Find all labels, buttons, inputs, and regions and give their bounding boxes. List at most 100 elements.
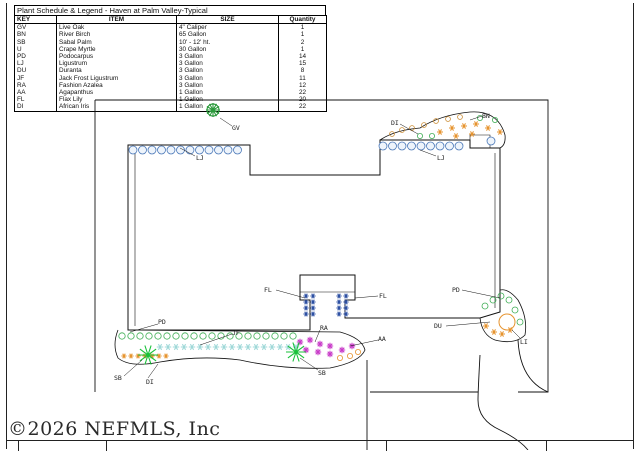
ligustrum-symbol <box>486 136 496 146</box>
jack-frost-symbol <box>220 343 228 351</box>
african-iris-symbol <box>135 353 141 359</box>
leader-aa <box>349 339 379 347</box>
flax-lily-symbol <box>343 293 349 299</box>
jack-frost-symbol <box>204 343 212 351</box>
label-fl-left: FL <box>264 286 272 294</box>
african-iris-symbol <box>457 114 463 120</box>
podocarpus-symbol <box>497 292 505 300</box>
jack-frost-symbol <box>164 343 172 351</box>
birch-bed-symbol <box>437 129 443 135</box>
jack-frost-symbol <box>244 343 252 351</box>
african-iris-symbol <box>121 353 127 359</box>
jack-frost-symbol <box>212 343 220 351</box>
ligustrum-symbol <box>454 141 464 151</box>
duranta-symbol <box>491 329 497 335</box>
ligustrum-symbol <box>138 145 147 155</box>
flax-lily-symbol <box>310 293 316 299</box>
podocarpus-symbol <box>262 332 270 340</box>
azalea-symbol <box>296 338 304 346</box>
ligustrum-symbol <box>166 145 176 155</box>
ligustrum-symbol <box>445 141 454 151</box>
leader-lj-right <box>419 149 437 157</box>
sabal-palm-symbol <box>138 345 158 365</box>
podocarpus-symbol <box>172 332 180 340</box>
podocarpus-symbol <box>163 332 171 340</box>
podocarpus-symbol <box>217 332 225 340</box>
ligustrum-symbol <box>426 141 435 151</box>
ligustrum-symbol <box>416 141 426 151</box>
jack-frost-symbol <box>196 343 204 351</box>
flax-lily-symbol <box>336 299 342 305</box>
label-ra: RA <box>320 324 328 332</box>
leader-gv <box>219 117 233 127</box>
jack-frost-symbol <box>180 343 188 351</box>
label-gv: GV <box>232 124 240 132</box>
ligustrum-symbol <box>157 145 166 155</box>
label-pd-right: PD <box>452 286 460 294</box>
jack-frost-symbol <box>156 343 164 351</box>
leader-pd-right <box>461 289 501 299</box>
azalea-symbol <box>314 348 322 356</box>
flax-lily-symbol <box>310 299 316 305</box>
azalea-symbol <box>316 340 324 348</box>
flax-lily-symbol <box>310 305 316 311</box>
podocarpus-symbol <box>505 296 513 304</box>
driveway-curve <box>477 354 529 450</box>
leader-pd-left <box>129 323 159 333</box>
leader-bn <box>469 115 483 121</box>
african-iris-symbol <box>433 118 439 124</box>
african-iris-symbol <box>156 353 162 359</box>
podocarpus-symbol <box>190 332 198 340</box>
birch-bed-symbol <box>473 121 479 127</box>
flax-lily-symbol <box>336 293 342 299</box>
podocarpus-symbol <box>127 332 135 340</box>
jack-frost-symbol <box>188 343 196 351</box>
jack-frost-symbol <box>228 343 236 351</box>
house-inner-line <box>134 134 496 326</box>
podocarpus-symbol <box>481 302 489 310</box>
ligustrum-symbol <box>435 141 445 151</box>
flax-lily-symbol <box>336 305 342 311</box>
ligustrum-symbol <box>378 141 388 151</box>
birch-bed-symbol <box>449 125 455 131</box>
ligustrum-symbol <box>388 141 397 151</box>
ligustrum-symbol <box>214 145 223 155</box>
podocarpus-symbol <box>416 132 423 139</box>
azalea-symbol <box>326 342 334 350</box>
leader-li <box>511 329 521 339</box>
label-di-bottom: DI <box>146 378 154 386</box>
jack-frost-symbol <box>260 343 268 351</box>
podocarpus-symbol <box>199 332 207 340</box>
azalea-symbol <box>326 350 334 358</box>
podocarpus-symbol <box>154 332 162 340</box>
birch-bed-symbol <box>497 129 503 135</box>
ligustrum-symbol <box>233 145 242 155</box>
ligustrum-symbol <box>397 141 407 151</box>
ligustrum-symbol <box>407 141 416 151</box>
label-aa: AA <box>378 335 386 343</box>
podocarpus-symbol <box>253 332 261 340</box>
podocarpus-symbol <box>511 306 519 314</box>
crape-myrtle-symbol <box>498 313 516 331</box>
agapanthus-symbol <box>346 352 353 359</box>
podocarpus-symbol <box>181 332 189 340</box>
podocarpus-symbol <box>244 332 252 340</box>
ligustrum-symbol <box>223 145 233 155</box>
label-fl-right: FL <box>379 292 387 300</box>
ligustrum-symbol <box>195 145 204 155</box>
duranta-symbol <box>483 323 489 329</box>
flax-lily-symbol <box>303 311 309 317</box>
leader-fl-left <box>275 289 306 299</box>
label-bn: BN <box>482 112 490 120</box>
african-iris-symbol <box>128 353 134 359</box>
flax-lily-symbol <box>343 305 349 311</box>
podocarpus-symbol <box>289 332 297 340</box>
agapanthus-symbol <box>354 348 361 355</box>
jack-frost-symbol <box>236 343 244 351</box>
leader-di-bottom <box>147 363 159 379</box>
podocarpus-symbol <box>208 332 216 340</box>
flax-lily-symbol <box>303 305 309 311</box>
label-li: LI <box>520 338 528 346</box>
lot-boundary <box>94 99 549 393</box>
label-pd-left: PD <box>158 318 166 326</box>
